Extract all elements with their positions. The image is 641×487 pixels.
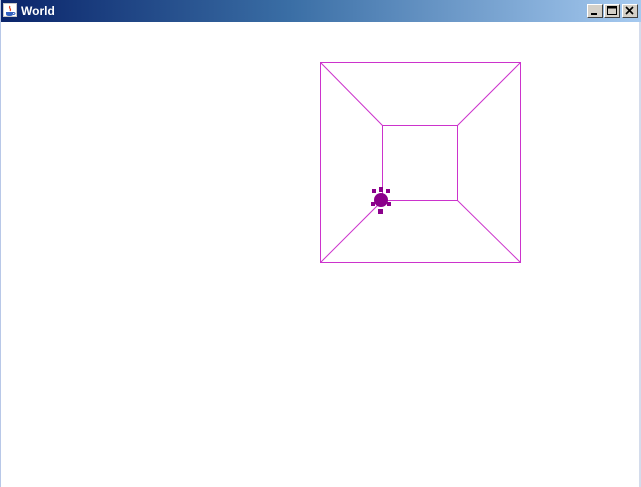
inner-square [382, 125, 458, 201]
close-icon [625, 6, 634, 15]
minimize-icon [591, 13, 597, 15]
turtle-drawing [320, 62, 521, 263]
maximize-button[interactable] [604, 4, 620, 18]
minimize-button[interactable] [587, 4, 603, 18]
title-bar[interactable]: World [1, 0, 641, 22]
maximize-icon [607, 6, 617, 15]
window-title: World [21, 4, 55, 18]
connector-line-top-left [320, 62, 383, 126]
connector-line-bottom-right [457, 200, 521, 263]
java-cup-icon [3, 3, 17, 17]
close-button[interactable] [622, 4, 638, 18]
world-canvas[interactable] [1, 22, 639, 487]
connector-line-top-right [457, 62, 521, 126]
world-window: World [0, 0, 641, 487]
connector-line-bottom-left [320, 200, 383, 263]
